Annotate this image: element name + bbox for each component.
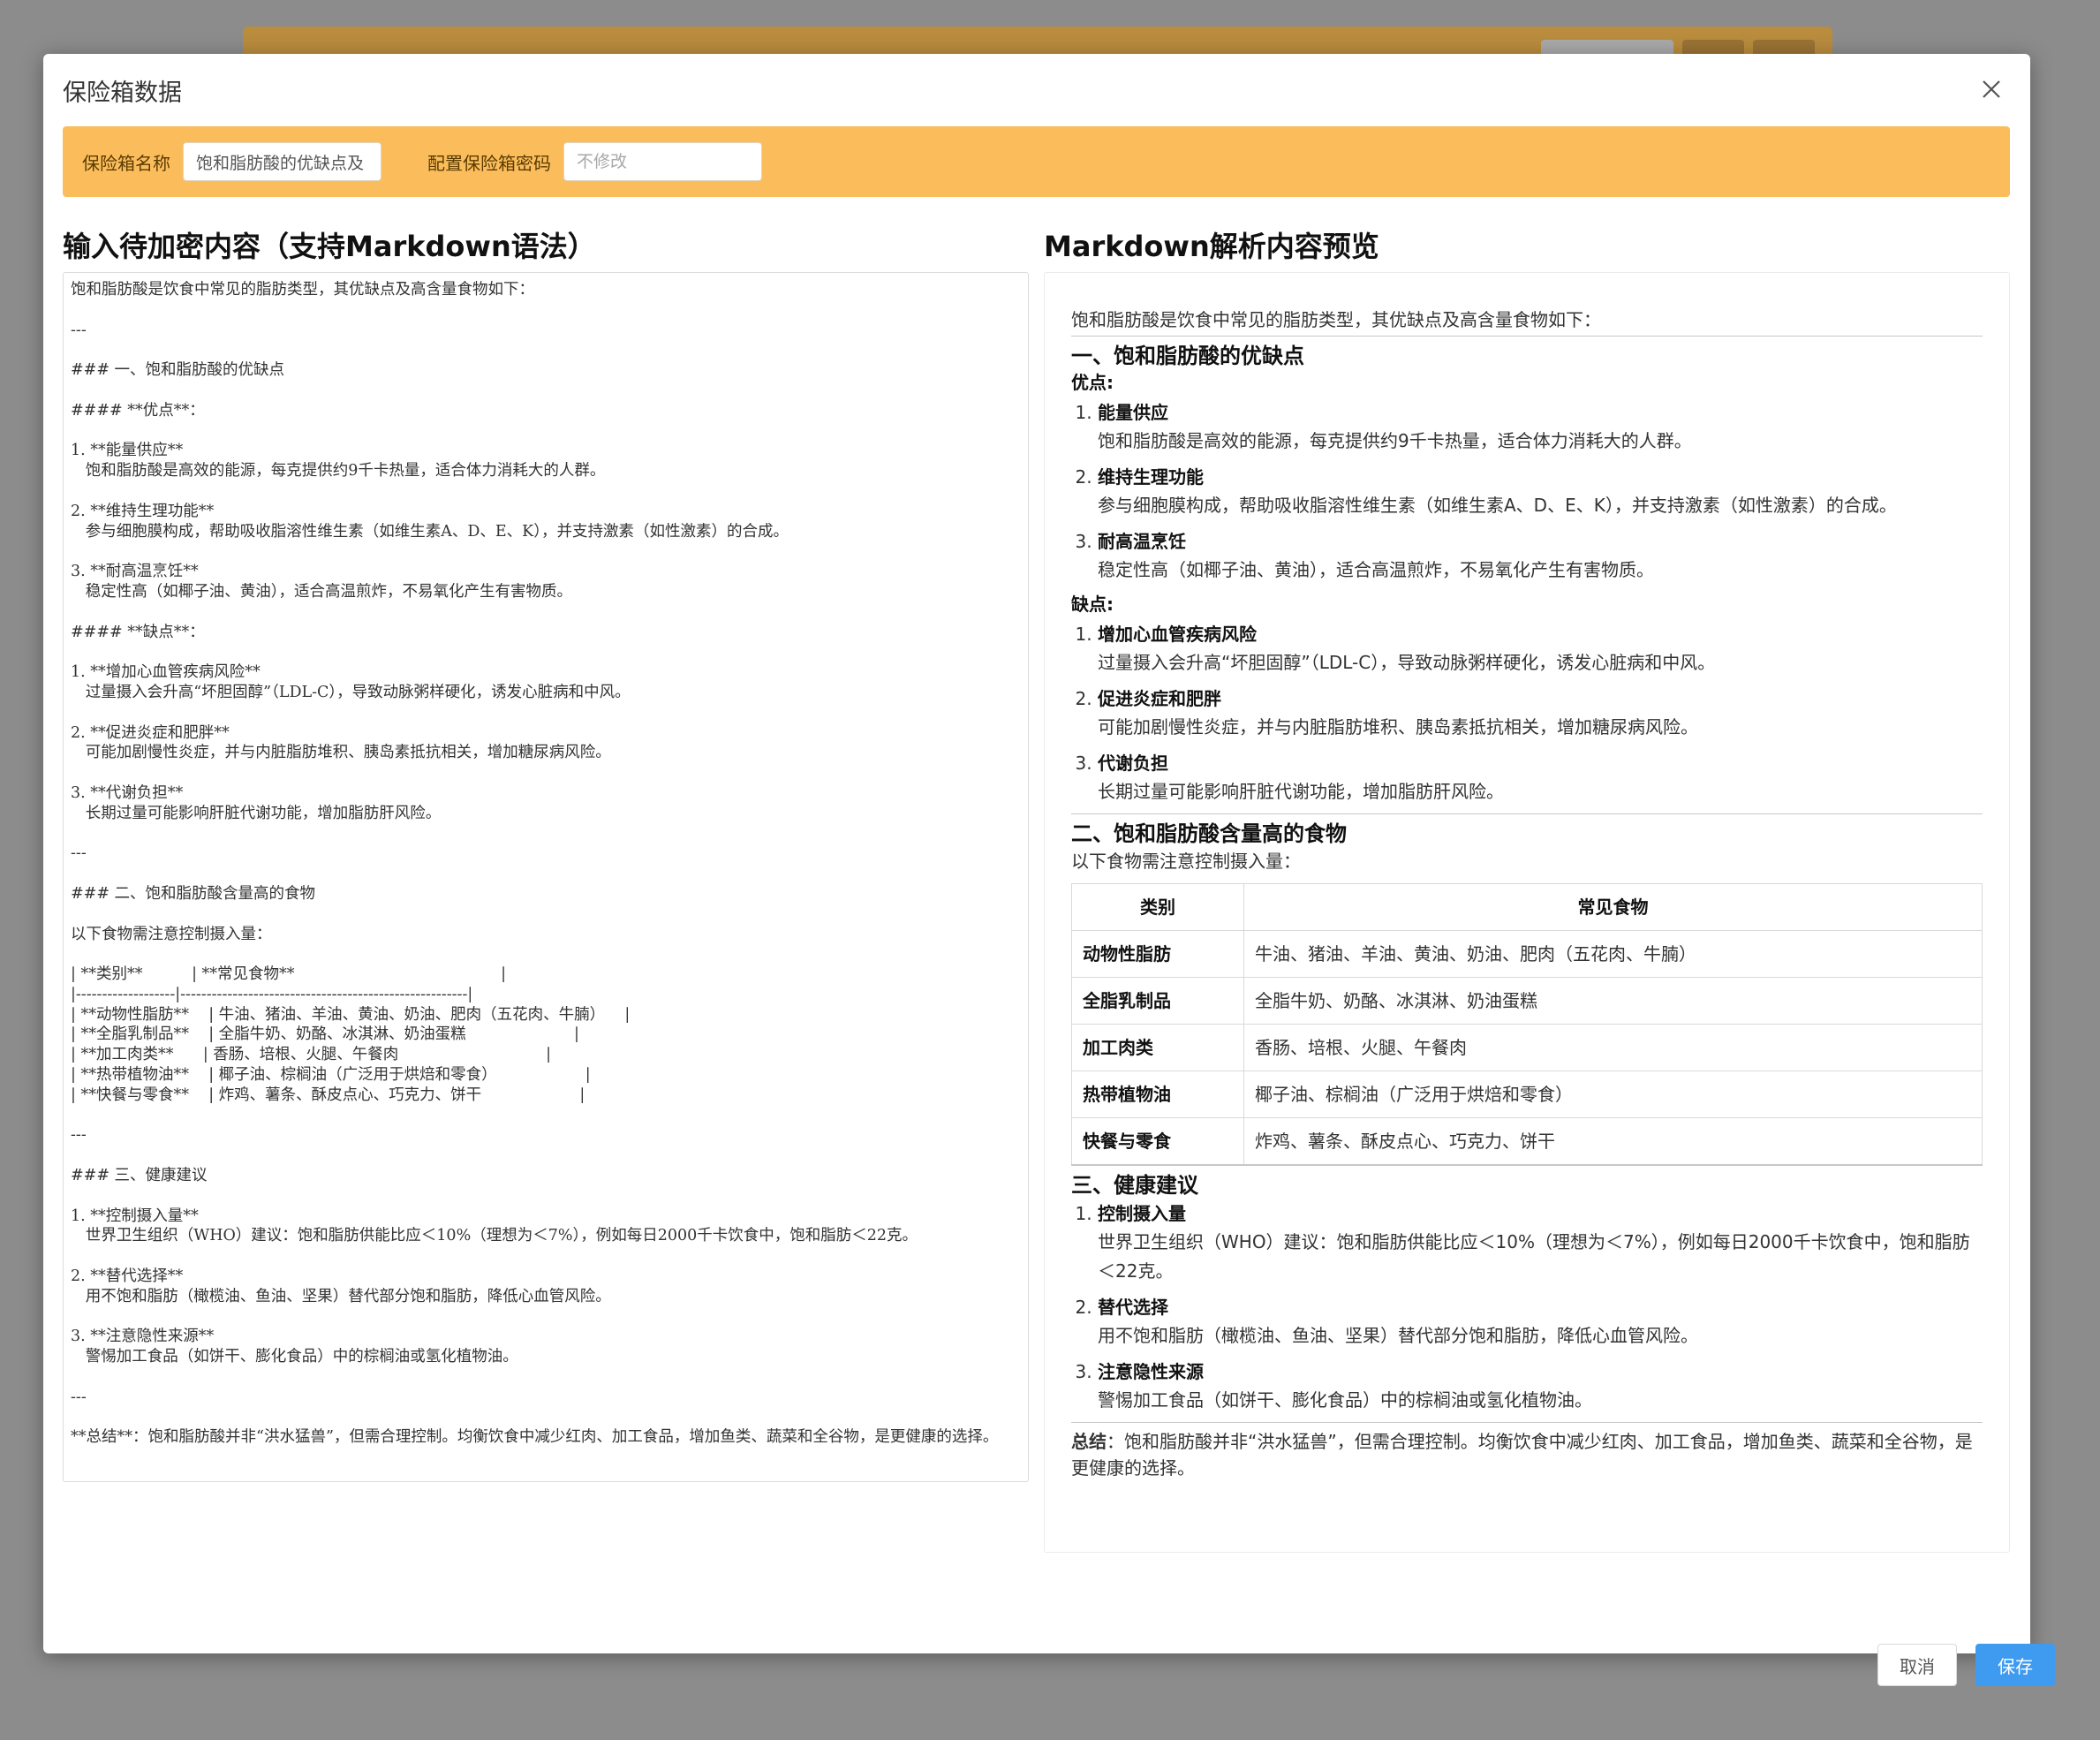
list-item: 注意隐性来源警惕加工食品（如饼干、膨化食品）中的棕榈油或氢化植物油。 [1098, 1358, 1983, 1415]
item-desc: 饱和脂肪酸是高效的能源，每克提供约9千卡热量，适合体力消耗大的人群。 [1098, 430, 1692, 451]
table-cell: 炸鸡、薯条、酥皮点心、巧克力、饼干 [1243, 1117, 1983, 1166]
item-title: 代谢负担 [1098, 753, 1168, 774]
cons-list: 增加心血管疾病风险过量摄入会升高“坏胆固醇”（LDL-C），导致动脉粥样硬化，诱… [1071, 620, 1983, 806]
table-cell: 香肠、培根、火腿、午餐肉 [1243, 1024, 1983, 1071]
summary-text: ：饱和脂肪酸并非“洪水猛兽”，但需合理控制。均衡饮食中减少红肉、加工食品，增加鱼… [1071, 1431, 1973, 1479]
table-cell: 牛油、猪油、羊油、黄油、奶油、肥肉（五花肉、牛腩） [1243, 930, 1983, 978]
item-title: 注意隐性来源 [1098, 1361, 1204, 1382]
item-title: 替代选择 [1098, 1297, 1168, 1318]
item-desc: 过量摄入会升高“坏胆固醇”（LDL-C），导致动脉粥样硬化，诱发心脏病和中风。 [1098, 652, 1716, 673]
markdown-preview: 饱和脂肪酸是饮食中常见的脂肪类型，其优缺点及高含量食物如下： 一、饱和脂肪酸的优… [1044, 272, 2010, 1553]
list-item: 代谢负担长期过量可能影响肝脏代谢功能，增加脂肪肝风险。 [1098, 749, 1983, 806]
table-cell: 加工肉类 [1071, 1024, 1244, 1071]
table-cell: 动物性脂肪 [1071, 930, 1244, 978]
item-desc: 参与细胞膜构成，帮助吸收脂溶性维生素（如维生素A、D、E、K），并支持激素（如性… [1098, 495, 1897, 516]
section-intro: 以下食物需注意控制摄入量： [1071, 851, 1301, 872]
table-cell: 全脂牛奶、奶酪、冰淇淋、奶油蛋糕 [1243, 977, 1983, 1025]
list-item: 促进炎症和肥胖可能加剧慢性炎症，并与内脏脂肪堆积、胰岛素抵抗相关，增加糖尿病风险… [1098, 685, 1983, 742]
item-desc: 世界卫生组织（WHO）建议：饱和脂肪供能比应＜10%（理想为＜7%），例如每日2… [1098, 1231, 1970, 1282]
item-title: 耐高温烹饪 [1098, 531, 1186, 552]
preview-intro: 饱和脂肪酸是饮食中常见的脂肪类型，其优缺点及高含量食物如下： [1071, 309, 1601, 330]
table-cell: 全脂乳制品 [1071, 977, 1244, 1025]
modal-title: 保险箱数据 [63, 79, 182, 107]
item-title: 维持生理功能 [1098, 466, 1204, 488]
summary-label: 总结 [1071, 1431, 1107, 1452]
item-desc: 警惕加工食品（如饼干、膨化食品）中的棕榈油或氢化植物油。 [1098, 1389, 1592, 1411]
section-heading: 二、饱和脂肪酸含量高的食物 [1071, 821, 1347, 846]
vault-config-bar: 保险箱名称 配置保险箱密码 [63, 126, 2010, 197]
vault-password-input[interactable] [563, 142, 762, 181]
table-row: 动物性脂肪 牛油、猪油、羊油、黄油、奶油、肥肉（五花肉、牛腩） [1071, 930, 1983, 978]
vault-name-input[interactable] [183, 142, 381, 181]
table-row: 加工肉类 香肠、培根、火腿、午餐肉 [1071, 1024, 1983, 1071]
divider [1071, 336, 1983, 337]
section-heading: 一、饱和脂肪酸的优缺点 [1071, 344, 1304, 368]
cancel-button[interactable]: 取消 [1877, 1644, 1957, 1686]
table-row: 快餐与零食 炸鸡、薯条、酥皮点心、巧克力、饼干 [1071, 1117, 1983, 1166]
table-cell: 热带植物油 [1071, 1070, 1244, 1118]
close-icon [1983, 80, 2000, 98]
item-desc: 稳定性高（如椰子油、黄油），适合高温煎炸，不易氧化产生有害物质。 [1098, 559, 1654, 580]
summary: 总结：饱和脂肪酸并非“洪水猛兽”，但需合理控制。均衡饮食中减少红肉、加工食品，增… [1071, 1428, 1983, 1481]
vault-name-label: 保险箱名称 [82, 152, 170, 174]
list-item: 控制摄入量世界卫生组织（WHO）建议：饱和脂肪供能比应＜10%（理想为＜7%），… [1098, 1199, 1983, 1286]
list-item: 增加心血管疾病风险过量摄入会升高“坏胆固醇”（LDL-C），导致动脉粥样硬化，诱… [1098, 620, 1983, 677]
editor-title: 输入待加密内容（支持Markdown语法） [63, 230, 596, 263]
advice-list: 控制摄入量世界卫生组织（WHO）建议：饱和脂肪供能比应＜10%（理想为＜7%），… [1071, 1199, 1983, 1415]
table-row: 全脂乳制品 全脂牛奶、奶酪、冰淇淋、奶油蛋糕 [1071, 977, 1983, 1025]
food-table: 类别 常见食物 动物性脂肪 牛油、猪油、羊油、黄油、奶油、肥肉（五花肉、牛腩） … [1071, 883, 1983, 1166]
item-desc: 长期过量可能影响肝脏代谢功能，增加脂肪肝风险。 [1098, 781, 1504, 802]
table-row: 热带植物油 椰子油、棕榈油（广泛用于烘焙和零食） [1071, 1070, 1983, 1118]
pros-list: 能量供应饱和脂肪酸是高效的能源，每克提供约9千卡热量，适合体力消耗大的人群。 维… [1071, 398, 1983, 585]
preview-title: Markdown解析内容预览 [1044, 230, 1379, 263]
vault-data-modal: 保险箱数据 保险箱名称 配置保险箱密码 输入待加密内容（支持Markdown语法… [43, 54, 2055, 1686]
divider [1071, 1422, 1983, 1423]
section-heading: 三、健康建议 [1071, 1173, 1198, 1198]
list-item: 能量供应饱和脂肪酸是高效的能源，每克提供约9千卡热量，适合体力消耗大的人群。 [1098, 398, 1983, 456]
item-title: 能量供应 [1098, 402, 1168, 423]
list-item: 耐高温烹饪稳定性高（如椰子油、黄油），适合高温煎炸，不易氧化产生有害物质。 [1098, 527, 1983, 585]
cons-label: 缺点: [1071, 594, 1114, 615]
table-cell: 快餐与零食 [1071, 1117, 1244, 1166]
divider [1071, 813, 1983, 814]
table-header-row: 类别 常见食物 [1071, 883, 1983, 931]
pros-label: 优点: [1071, 372, 1114, 393]
item-desc: 用不饱和脂肪（橄榄油、鱼油、坚果）替代部分饱和脂肪，降低心血管风险。 [1098, 1325, 1698, 1346]
close-button[interactable] [1974, 72, 2009, 107]
markdown-editor[interactable]: 饱和脂肪酸是饮食中常见的脂肪类型，其优缺点及高含量食物如下： --- ### 一… [63, 272, 1029, 1482]
item-title: 控制摄入量 [1098, 1203, 1186, 1224]
table-header: 常见食物 [1243, 883, 1983, 931]
save-button[interactable]: 保存 [1975, 1644, 2055, 1686]
vault-password-label: 配置保险箱密码 [427, 152, 551, 174]
item-desc: 可能加剧慢性炎症，并与内脏脂肪堆积、胰岛素抵抗相关，增加糖尿病风险。 [1098, 716, 1698, 738]
item-title: 促进炎症和肥胖 [1098, 688, 1221, 709]
item-title: 增加心血管疾病风险 [1098, 624, 1257, 645]
list-item: 替代选择用不饱和脂肪（橄榄油、鱼油、坚果）替代部分饱和脂肪，降低心血管风险。 [1098, 1293, 1983, 1350]
list-item: 维持生理功能参与细胞膜构成，帮助吸收脂溶性维生素（如维生素A、D、E、K），并支… [1098, 463, 1983, 520]
table-header: 类别 [1071, 883, 1244, 931]
table-cell: 椰子油、棕榈油（广泛用于烘焙和零食） [1243, 1070, 1983, 1118]
